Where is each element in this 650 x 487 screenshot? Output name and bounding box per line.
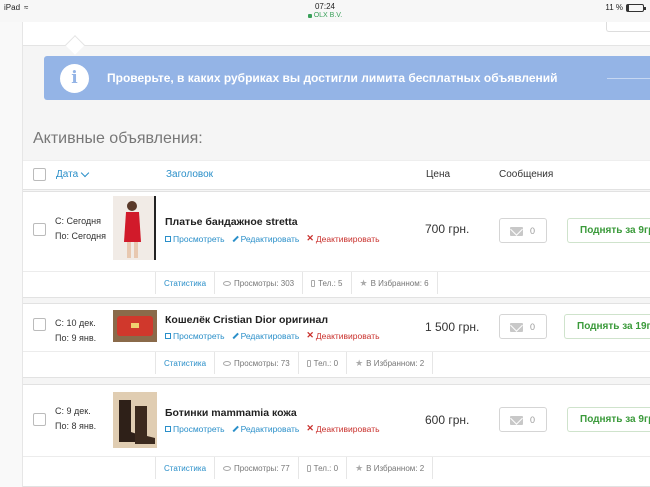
phone-count: Тел.: 0 (313, 463, 339, 473)
views-count: Просмотры: 73 (234, 358, 290, 368)
deactivate-link[interactable]: ✕ Деактивировать (306, 423, 379, 434)
eye-icon (223, 465, 232, 471)
listing-thumbnail[interactable] (113, 196, 156, 260)
listing-card: С: 9 дек. По: 8 янв. Ботинки mammamia ко… (23, 384, 650, 487)
listing-checkbox[interactable] (33, 223, 46, 236)
phone-icon (311, 279, 316, 287)
listing-checkbox[interactable] (33, 413, 46, 426)
battery-label: 11 % (605, 3, 623, 12)
view-link[interactable]: Просмотреть (165, 330, 225, 341)
statistics-link[interactable]: Статистика (156, 352, 216, 374)
star-icon: ★ (355, 357, 364, 368)
lift-button[interactable]: Поднять за 9гр (567, 218, 650, 243)
listing-title[interactable]: Платье бандажное stretta (165, 216, 298, 228)
url-label[interactable]: OLX B.V. (0, 11, 650, 20)
listing-title[interactable]: Кошелёк Cristian Dior оригинал (165, 314, 328, 326)
edit-link[interactable]: Редактировать (232, 423, 299, 434)
listing-thumbnail[interactable] (113, 392, 157, 448)
listing-price: 700 грн. (425, 222, 470, 236)
listing-stats: Статистика Просмотры: 77 Тел.: 0 ★ В Избр… (155, 457, 434, 479)
listing-stats: Статистика Просмотры: 73 Тел.: 0 ★ В Избр… (155, 352, 434, 374)
date-from: С: 10 дек. (55, 318, 96, 328)
info-icon: i (60, 64, 89, 93)
top-right-box (606, 22, 650, 32)
banner-text: Проверьте, в каких рубриках вы достигли … (107, 71, 558, 85)
external-link-icon (165, 235, 171, 242)
lock-icon (307, 13, 312, 18)
message-count: 0 (530, 415, 536, 425)
status-bar: iPad ≈ 07:24 OLX B.V. 11 % (0, 0, 650, 22)
listing-price: 1 500 грн. (425, 320, 480, 334)
pencil-icon (232, 425, 239, 432)
eye-icon (223, 280, 232, 286)
pencil-icon (232, 332, 239, 339)
edit-link[interactable]: Редактировать (232, 233, 299, 244)
deactivate-link[interactable]: ✕ Деактивировать (306, 330, 379, 341)
external-link-icon (165, 425, 171, 432)
edit-link[interactable]: Редактировать (232, 330, 299, 341)
envelope-icon (510, 227, 523, 236)
listing-card: С: 10 дек. По: 9 янв. Кошелёк Cristian D… (23, 303, 650, 378)
view-link[interactable]: Просмотреть (165, 423, 225, 434)
clock: 07:24 (314, 2, 336, 11)
listing-card: С: Сегодня По: Сегодня Платье бандажное … (23, 191, 650, 298)
banner-divider (607, 78, 650, 79)
listing-stats: Статистика Просмотры: 303 Тел.: 5 ★ В Изб… (155, 272, 438, 294)
tab-strip (23, 22, 650, 55)
sort-by-title[interactable]: Заголовок (166, 169, 213, 180)
statistics-link[interactable]: Статистика (156, 457, 216, 479)
favorites-count: В Избранном: 2 (366, 358, 425, 368)
messages-button[interactable]: 0 (499, 407, 547, 432)
close-icon: ✕ (306, 233, 314, 243)
eye-icon (223, 360, 232, 366)
star-icon: ★ (355, 462, 364, 473)
date-to: По: 8 янв. (55, 421, 97, 431)
listing-title[interactable]: Ботинки mammamia кожа (165, 407, 297, 419)
phone-count: Тел.: 5 (318, 278, 343, 288)
sort-by-date[interactable]: Дата (56, 168, 90, 180)
listing-thumbnail[interactable] (113, 310, 157, 342)
chevron-down-icon (80, 168, 90, 177)
views-count: Просмотры: 303 (234, 278, 295, 288)
statistics-link[interactable]: Статистика (156, 272, 216, 294)
messages-button[interactable]: 0 (499, 314, 547, 339)
favorites-count: В Избранном: 6 (370, 278, 429, 288)
limit-banner[interactable]: i Проверьте, в каких рубриках вы достигл… (44, 56, 650, 100)
date-from: С: Сегодня (55, 216, 101, 226)
date-from: С: 9 дек. (55, 406, 91, 416)
messages-button[interactable]: 0 (499, 218, 547, 243)
price-header: Цена (426, 169, 451, 180)
views-count: Просмотры: 77 (234, 463, 290, 473)
star-icon: ★ (359, 277, 368, 288)
listing-price: 600 грн. (425, 413, 470, 427)
lift-button[interactable]: Поднять за 9гр (567, 407, 650, 432)
phone-count: Тел.: 0 (313, 358, 339, 368)
section-title: Активные объявления: (33, 130, 203, 147)
message-count: 0 (530, 226, 536, 236)
listing-checkbox[interactable] (33, 318, 46, 331)
lift-button[interactable]: Поднять за 19гр (564, 314, 650, 339)
date-to: По: 9 янв. (55, 333, 97, 343)
table-header: Дата Заголовок Цена Сообщения (23, 160, 650, 190)
date-to: По: Сегодня (55, 231, 106, 241)
phone-icon (306, 464, 311, 472)
external-link-icon (165, 332, 171, 339)
left-gutter (0, 22, 23, 487)
envelope-icon (510, 416, 523, 425)
close-icon: ✕ (306, 330, 314, 340)
battery-icon (626, 3, 646, 12)
pencil-icon (232, 235, 239, 242)
message-count: 0 (530, 322, 536, 332)
view-link[interactable]: Просмотреть (165, 233, 225, 244)
tab-pointer (65, 35, 85, 55)
listings-panel: Активные объявления: Дата Заголовок Цена… (23, 118, 650, 487)
favorites-count: В Избранном: 2 (366, 463, 425, 473)
messages-header: Сообщения (499, 169, 554, 180)
deactivate-link[interactable]: ✕ Деактивировать (306, 233, 379, 244)
phone-icon (306, 359, 311, 367)
select-all-checkbox[interactable] (33, 168, 46, 181)
close-icon: ✕ (306, 423, 314, 433)
envelope-icon (510, 323, 523, 332)
